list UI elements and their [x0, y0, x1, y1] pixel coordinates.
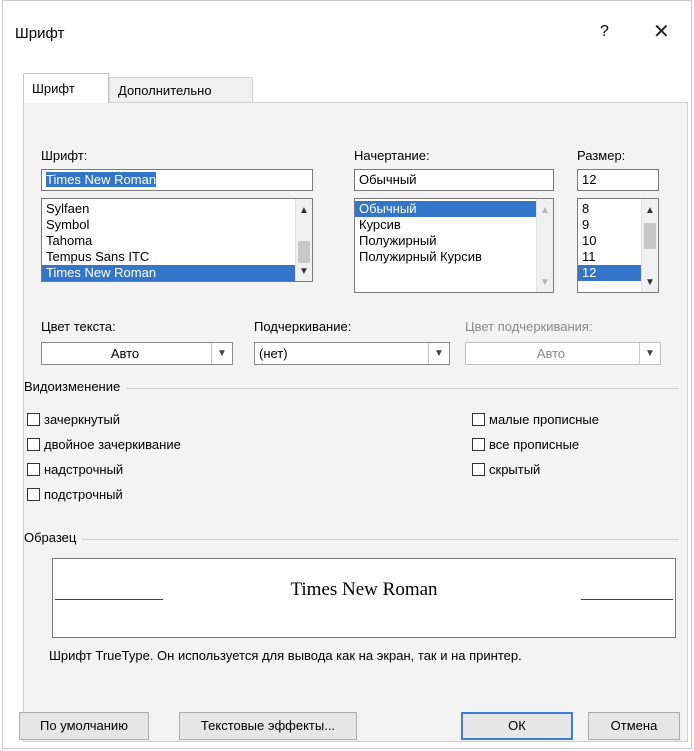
- checkbox-hidden[interactable]: скрытый: [472, 462, 540, 478]
- checkbox-icon[interactable]: [472, 413, 485, 426]
- checkbox-label: все прописные: [489, 437, 580, 452]
- checkbox-all-caps[interactable]: все прописные: [472, 437, 579, 453]
- checkbox-icon[interactable]: [27, 488, 40, 501]
- size-list[interactable]: 8 9 10 11 12 ▲ ▼: [577, 198, 659, 293]
- underline-label: Подчеркивание:: [254, 319, 352, 334]
- checkbox-icon[interactable]: [472, 463, 485, 476]
- scroll-down-icon[interactable]: ▼: [642, 277, 658, 288]
- scrollbar-thumb[interactable]: [298, 241, 310, 263]
- scroll-up-icon[interactable]: ▲: [296, 205, 312, 216]
- effects-divider: [34, 388, 679, 389]
- close-button[interactable]: ✕: [653, 19, 670, 44]
- size-list-scrollbar[interactable]: ▲ ▼: [641, 199, 658, 292]
- style-list-item-selected[interactable]: Обычный: [355, 201, 536, 217]
- font-list-item[interactable]: Tempus Sans ITC: [42, 249, 312, 265]
- scrollbar-thumb[interactable]: [644, 223, 656, 249]
- checkbox-double-strikethrough[interactable]: двойное зачеркивание: [27, 437, 181, 453]
- checkbox-strikethrough[interactable]: зачеркнутый: [27, 412, 120, 428]
- style-list-item[interactable]: Курсив: [355, 217, 553, 233]
- style-list-item[interactable]: Полужирный: [355, 233, 553, 249]
- style-list[interactable]: Обычный Курсив Полужирный Полужирный Кур…: [354, 198, 554, 293]
- size-label: Размер:: [577, 148, 626, 163]
- scroll-down-icon[interactable]: ▼: [296, 266, 312, 277]
- checkbox-label: подстрочный: [44, 487, 123, 502]
- tab-font[interactable]: Шрифт: [23, 73, 109, 103]
- font-list-scrollbar[interactable]: ▲ ▼: [295, 199, 312, 281]
- checkbox-small-caps[interactable]: малые прописные: [472, 412, 599, 428]
- tab-advanced[interactable]: Дополнительно: [109, 77, 253, 103]
- scroll-up-icon[interactable]: ▲: [537, 205, 553, 216]
- preview-divider: [34, 539, 679, 540]
- text-color-dropdown[interactable]: Авто ▼: [41, 342, 233, 365]
- checkbox-label: двойное зачеркивание: [44, 437, 181, 452]
- font-list-item[interactable]: Sylfaen: [42, 201, 312, 217]
- checkbox-icon[interactable]: [472, 438, 485, 451]
- chevron-down-icon[interactable]: ▼: [639, 343, 660, 364]
- size-list-item-selected[interactable]: 12: [578, 265, 641, 281]
- checkbox-superscript[interactable]: надстрочный: [27, 462, 123, 478]
- font-tab-panel: Шрифт: Times New Roman Sylfaen Symbol Ta…: [23, 102, 688, 742]
- chevron-down-icon[interactable]: ▼: [428, 343, 449, 364]
- style-list-scrollbar[interactable]: ▲ ▼: [536, 199, 553, 292]
- scroll-up-icon[interactable]: ▲: [642, 205, 658, 216]
- checkbox-subscript[interactable]: подстрочный: [27, 487, 123, 503]
- dialog-title: Шрифт: [15, 25, 65, 42]
- checkbox-icon[interactable]: [27, 438, 40, 451]
- font-list-item[interactable]: Symbol: [42, 217, 312, 233]
- font-dialog: Шрифт ? ✕ Шрифт Дополнительно Шрифт: Tim…: [2, 0, 692, 749]
- underline-dropdown[interactable]: (нет) ▼: [254, 342, 450, 365]
- text-effects-button[interactable]: Текстовые эффекты...: [179, 712, 357, 740]
- preview-baseline-right: [581, 599, 673, 600]
- underline-color-label: Цвет подчеркивания:: [465, 319, 593, 334]
- font-list-item-selected[interactable]: Times New Roman: [42, 265, 295, 281]
- underline-value: (нет): [259, 346, 288, 361]
- chevron-down-icon[interactable]: ▼: [211, 343, 232, 364]
- font-list-item[interactable]: Tahoma: [42, 233, 312, 249]
- ok-button[interactable]: ОК: [461, 712, 573, 740]
- scroll-down-icon[interactable]: ▼: [537, 277, 553, 288]
- font-list[interactable]: Sylfaen Symbol Tahoma Tempus Sans ITC Ti…: [41, 198, 313, 282]
- checkbox-icon[interactable]: [27, 463, 40, 476]
- checkbox-label: зачеркнутый: [44, 412, 121, 427]
- help-button[interactable]: ?: [600, 23, 609, 41]
- checkbox-label: малые прописные: [489, 412, 599, 427]
- text-color-value: Авто: [110, 346, 140, 361]
- checkbox-icon[interactable]: [27, 413, 40, 426]
- style-list-item[interactable]: Полужирный Курсив: [355, 249, 553, 265]
- checkbox-label: надстрочный: [44, 462, 124, 477]
- style-label: Начертание:: [354, 148, 430, 163]
- preview-group-title: Образец: [24, 530, 83, 545]
- underline-color-value: Авто: [536, 346, 566, 361]
- cancel-button[interactable]: Отмена: [588, 712, 680, 740]
- preview-box: Times New Roman: [52, 558, 676, 638]
- effects-group-title: Видоизменение: [24, 379, 127, 394]
- preview-sample-text: Times New Roman: [290, 579, 438, 600]
- font-name-value: Times New Roman: [46, 172, 157, 187]
- underline-color-dropdown[interactable]: Авто ▼: [465, 342, 661, 365]
- font-name-input[interactable]: Times New Roman: [41, 169, 313, 191]
- size-input[interactable]: 12: [577, 169, 659, 191]
- text-color-label: Цвет текста:: [41, 319, 116, 334]
- set-default-button[interactable]: По умолчанию: [19, 712, 149, 740]
- preview-description: Шрифт TrueType. Он используется для выво…: [49, 648, 522, 663]
- checkbox-label: скрытый: [489, 462, 541, 477]
- style-input[interactable]: Обычный: [354, 169, 554, 191]
- font-label: Шрифт:: [41, 148, 88, 163]
